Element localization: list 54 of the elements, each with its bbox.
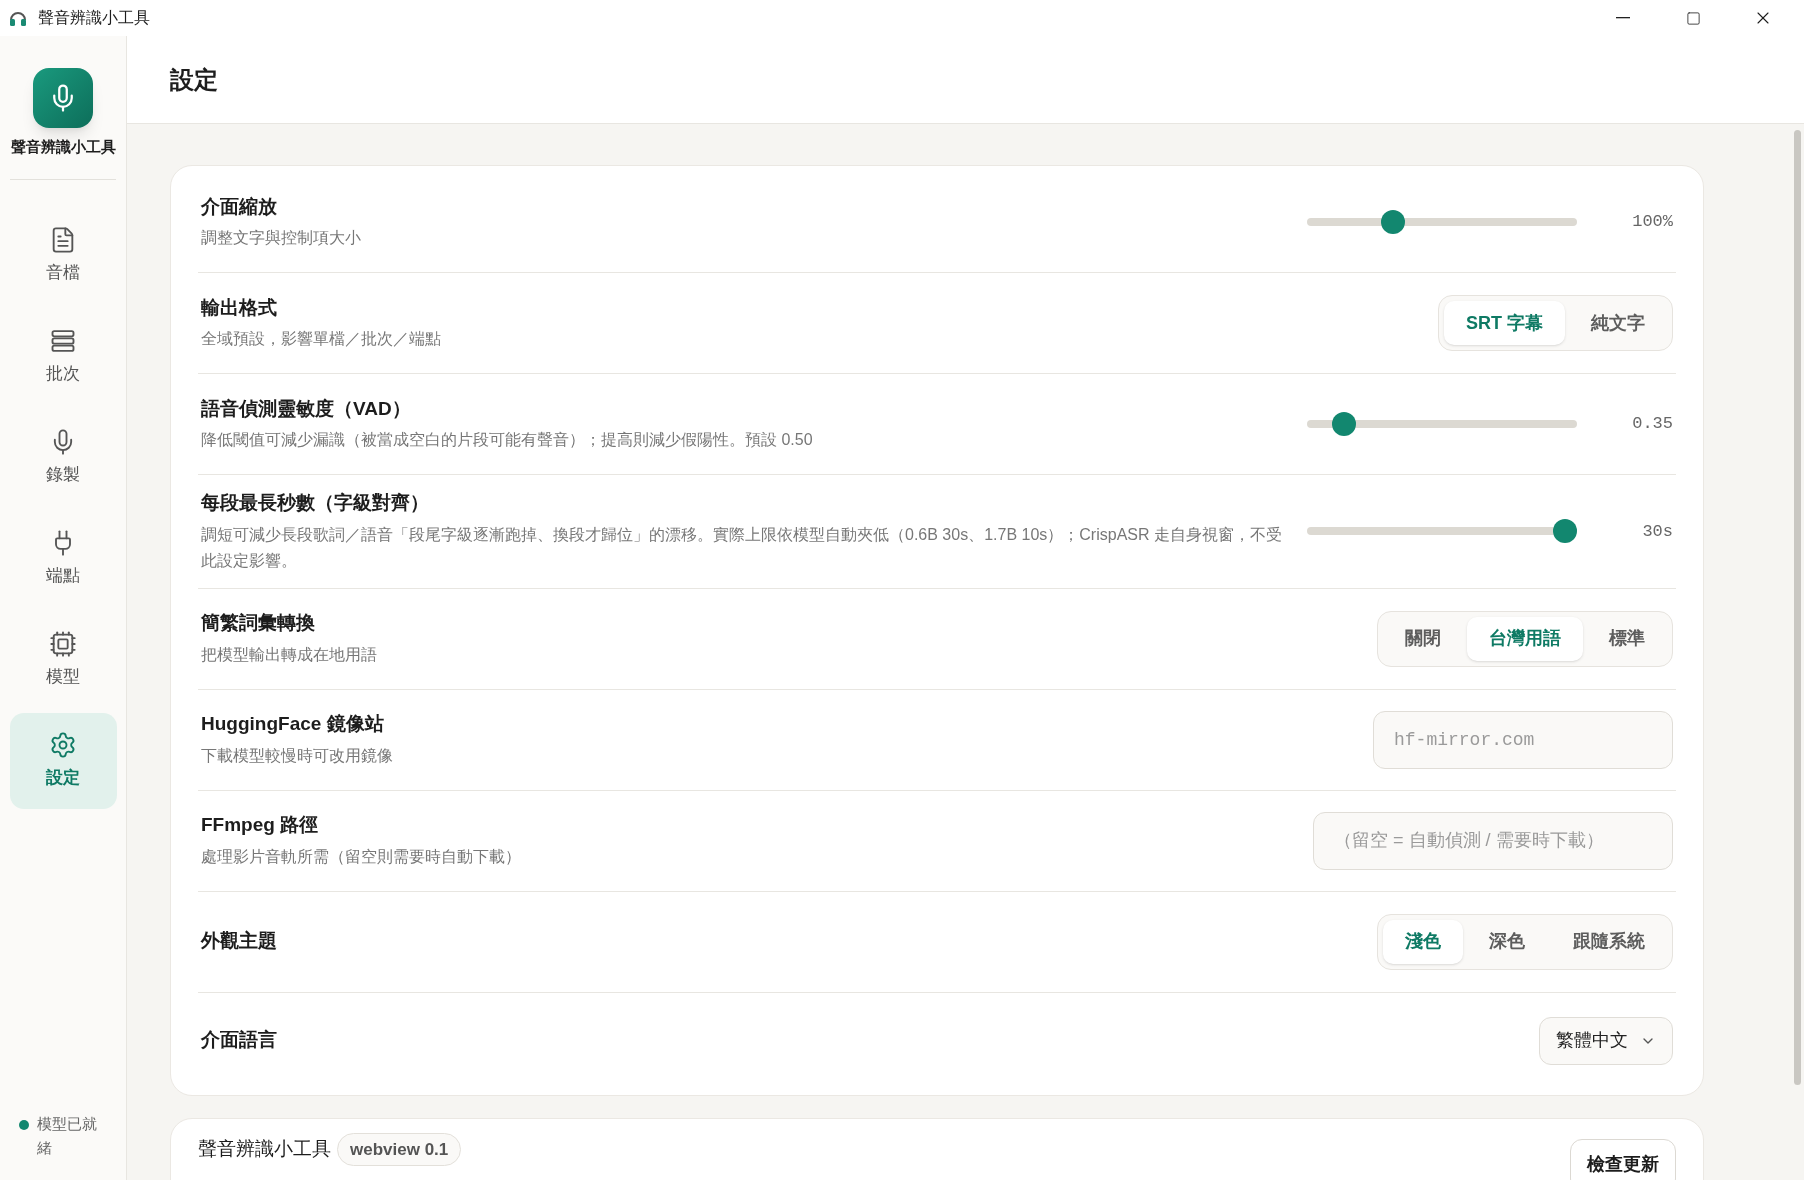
setting-label: 簡繁詞彙轉換 [201, 611, 316, 636]
setting-description: 降低閾值可減少漏識（被當成空白的片段可能有聲音）；提高則減少假陽性。預設 0.50 [201, 430, 814, 451]
setting-description: 把模型輸出轉成在地用語 [201, 644, 378, 665]
setting-label: FFmpeg 路徑 [201, 813, 320, 838]
segment-option[interactable]: 深色 [1467, 919, 1547, 964]
slider-value: 0.35 [1631, 413, 1673, 436]
slider-thumb[interactable] [1380, 210, 1405, 234]
version-badge: webview 0.1 [337, 1132, 462, 1166]
segment-option[interactable]: 關閉 [1383, 616, 1463, 661]
setting-description: 調短可減少長段歌詞／語音「段尾字級逐漸跑掉、換段才歸位」的漂移。實際上限依模型自動夾低（0.6B 30s、1.7B 10s）；CrispASR 走自身視窗，不受此設定影響。 [201, 524, 1283, 571]
status-text: 模型已就緒 [37, 1114, 98, 1158]
slider-track[interactable] [1307, 210, 1577, 234]
setting-label: 每段最長秒數（字級對齊） [201, 491, 430, 515]
window-title: 聲音辨識小工具 [38, 8, 150, 28]
settings-icon [49, 730, 77, 759]
slider-track[interactable] [1307, 412, 1577, 436]
segment-option[interactable]: 純文字 [1569, 301, 1667, 345]
segment-option[interactable]: 台灣用語 [1467, 616, 1583, 661]
setting-description: 下載模型較慢時可改用鏡像 [201, 745, 394, 766]
nav-item[interactable]: 端點 [9, 510, 117, 607]
segment-option[interactable]: SRT 字幕 [1444, 301, 1565, 345]
nav-item[interactable]: 模型 [9, 611, 117, 708]
setting-description: 處理影片音軌所需（留空則需要時自動下載） [201, 846, 522, 867]
text-field[interactable]: hf-mirror.com [1373, 710, 1673, 769]
nav-item[interactable]: 批次 [9, 308, 117, 405]
app-name: 聲音辨識小工具 [198, 1137, 331, 1161]
nav-item[interactable]: 音檔 [9, 207, 117, 304]
nav-item[interactable]: 錄製 [9, 409, 117, 506]
setting-label: 語音偵測靈敏度（VAD） [201, 396, 412, 421]
setting-label: HuggingFace 鏡像站 [201, 712, 385, 737]
segment-option[interactable]: 標準 [1587, 616, 1667, 661]
maximize-icon [1685, 10, 1701, 26]
setting-label: 介面縮放 [201, 194, 278, 219]
slider-thumb[interactable] [1553, 519, 1577, 544]
setting-label: 輸出格式 [201, 295, 278, 320]
language-select[interactable]: 繁體中文 [1539, 1016, 1673, 1065]
slider-value: 30s [1641, 520, 1673, 543]
segment-option[interactable]: 跟隨系統 [1551, 919, 1667, 964]
slider-thumb[interactable] [1331, 412, 1356, 436]
setting-label: 介面語言 [201, 1028, 278, 1053]
text-field[interactable]: （留空 = 自動偵測 / 需要時下載） [1313, 811, 1673, 870]
brand-name: 聲音辨識小工具 [10, 137, 116, 157]
setting-description: 調整文字與控制項大小 [201, 228, 362, 249]
slider-value: 100% [1631, 211, 1673, 234]
slider-track[interactable] [1307, 519, 1577, 544]
minimize-icon [1616, 17, 1630, 19]
page-title: 設定 [170, 64, 218, 95]
setting-description: 全域預設，影響單檔／批次／端點 [201, 329, 442, 350]
check-update-button[interactable]: 檢查更新 [1570, 1138, 1676, 1180]
nav-item[interactable]: 設定 [9, 712, 117, 809]
chip-icon [49, 629, 77, 658]
segment-option[interactable]: 淺色 [1383, 919, 1463, 964]
scrollbar-thumb[interactable] [1793, 130, 1801, 1085]
setting-label: 外觀主題 [201, 929, 278, 954]
